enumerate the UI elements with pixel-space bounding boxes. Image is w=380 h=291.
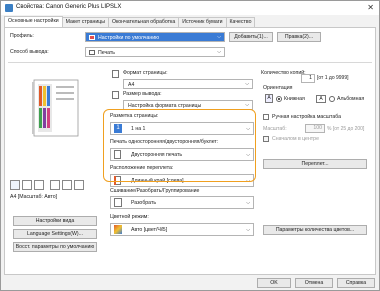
- tab-basic-settings[interactable]: Основные настройки: [4, 16, 63, 27]
- ok-button[interactable]: OK: [257, 278, 291, 288]
- divider: [8, 62, 372, 63]
- chevron-down-icon: ⌵: [246, 227, 250, 233]
- output-method-label: Способ вывода:: [10, 49, 49, 55]
- tab-strip: Основные настройки Макет страницы Оконча…: [4, 16, 256, 27]
- color-mode-label: Цветной режим:: [110, 214, 149, 220]
- color-mode-select[interactable]: Авто [цвет/Ч/Б] ⌵: [110, 223, 254, 236]
- scale-input[interactable]: 100: [305, 124, 325, 133]
- copies-range: [от 1 до 9999]: [317, 75, 349, 81]
- copies-label: Количество копий:: [261, 70, 306, 76]
- view-page-icon[interactable]: [10, 180, 20, 190]
- profile-select[interactable]: Настройки по умолчанию ⌵: [85, 32, 225, 42]
- profile-icon: [89, 35, 95, 40]
- copies-input[interactable]: 1: [301, 74, 315, 83]
- chevron-down-icon: ⌵: [217, 34, 221, 40]
- profile-label: Профиль:: [10, 33, 34, 39]
- page-format-icon: [112, 70, 119, 78]
- landscape-label: Альбомная: [337, 96, 365, 102]
- close-icon[interactable]: ✕: [367, 3, 374, 12]
- preview-caption: A4 [Масштаб: Авто]: [10, 194, 58, 200]
- view-binding-icon[interactable]: [62, 180, 72, 190]
- tab-page-layout[interactable]: Макет страницы: [61, 17, 109, 27]
- chevron-down-icon: ⌵: [217, 49, 221, 55]
- gutter-button[interactable]: Переплет...: [263, 159, 367, 169]
- chevron-down-icon: ⌵: [245, 81, 249, 87]
- output-size-label: Размер вывода:: [123, 91, 162, 97]
- view-layout-icon[interactable]: [74, 180, 84, 190]
- window-title: Свойства: Canon Generic Plus LIPSLX: [16, 4, 122, 10]
- collate-label: Сшивание/Разобрать/Группирование: [110, 188, 200, 194]
- preview-area: [10, 72, 98, 168]
- color-icon: [114, 225, 122, 234]
- page-format-label: Формат страницы:: [123, 70, 168, 76]
- help-button[interactable]: Справка: [337, 278, 375, 288]
- page-preview-icon: [32, 79, 79, 137]
- profile-value: Настройки по умолчанию: [98, 34, 160, 41]
- language-settings-button[interactable]: Language Settings(W)...: [13, 229, 97, 239]
- portrait-icon: A: [265, 94, 273, 103]
- color-count-button[interactable]: Параметры количества цветов...: [263, 225, 367, 235]
- collate-icon: [114, 198, 122, 207]
- color-mode-value: Авто [цвет/Ч/Б]: [131, 227, 168, 233]
- scale-range: % [от 25 до 200]: [327, 126, 365, 132]
- printer-properties-dialog: Свойства: Canon Generic Plus LIPSLX ✕ Ос…: [0, 0, 380, 291]
- manual-scale-label: Ручная настройка масштаба: [272, 114, 342, 120]
- view-settings-icon[interactable]: [34, 180, 44, 190]
- manual-scale-checkbox[interactable]: [263, 114, 269, 120]
- printer-icon: [5, 4, 13, 12]
- center-label: Сначалом в центре: [272, 136, 319, 142]
- output-size-value: Настройка формата страницы: [128, 102, 202, 109]
- collate-value: Разобрать: [131, 200, 157, 206]
- scale-label: Масштаб:: [263, 126, 287, 132]
- highlight-frame: [103, 109, 256, 182]
- portrait-radio[interactable]: [276, 96, 282, 102]
- add-profile-button[interactable]: Добавить(1)...: [229, 32, 273, 42]
- view-settings-button[interactable]: Настройки вида: [13, 216, 97, 226]
- center-checkbox[interactable]: [263, 136, 269, 142]
- tab-finishing[interactable]: Окончательная обработка: [107, 17, 180, 27]
- landscape-icon: A: [316, 95, 326, 103]
- landscape-radio[interactable]: [329, 96, 335, 102]
- collate-select[interactable]: Разобрать ⌵: [110, 196, 254, 209]
- tab-paper-source[interactable]: Источник бумаги: [178, 17, 227, 27]
- output-method-value: Печать: [98, 49, 115, 56]
- portrait-label: Книжная: [284, 96, 305, 102]
- chevron-down-icon: ⌵: [246, 200, 250, 206]
- page-format-select[interactable]: A4 ⌵: [123, 79, 253, 89]
- view-printer-icon[interactable]: [22, 180, 32, 190]
- preview-toolbar: [10, 180, 98, 192]
- edit-profile-button[interactable]: Правка(2)...: [277, 32, 321, 42]
- tab-quality[interactable]: Качество: [225, 17, 256, 27]
- chevron-down-icon: ⌵: [245, 102, 249, 108]
- cancel-button[interactable]: Отмена: [295, 278, 333, 288]
- title-bar: Свойства: Canon Generic Plus LIPSLX ✕: [1, 1, 379, 15]
- restore-defaults-button[interactable]: Восст. параметры по умолчанию: [13, 242, 97, 252]
- output-method-select[interactable]: Печать ⌵: [85, 47, 225, 57]
- print-icon: [89, 50, 95, 55]
- output-size-icon: [112, 91, 119, 99]
- orientation-label: Ориентация: [263, 85, 293, 91]
- page-format-value: A4: [128, 81, 135, 88]
- view-duplex-icon[interactable]: [50, 180, 60, 190]
